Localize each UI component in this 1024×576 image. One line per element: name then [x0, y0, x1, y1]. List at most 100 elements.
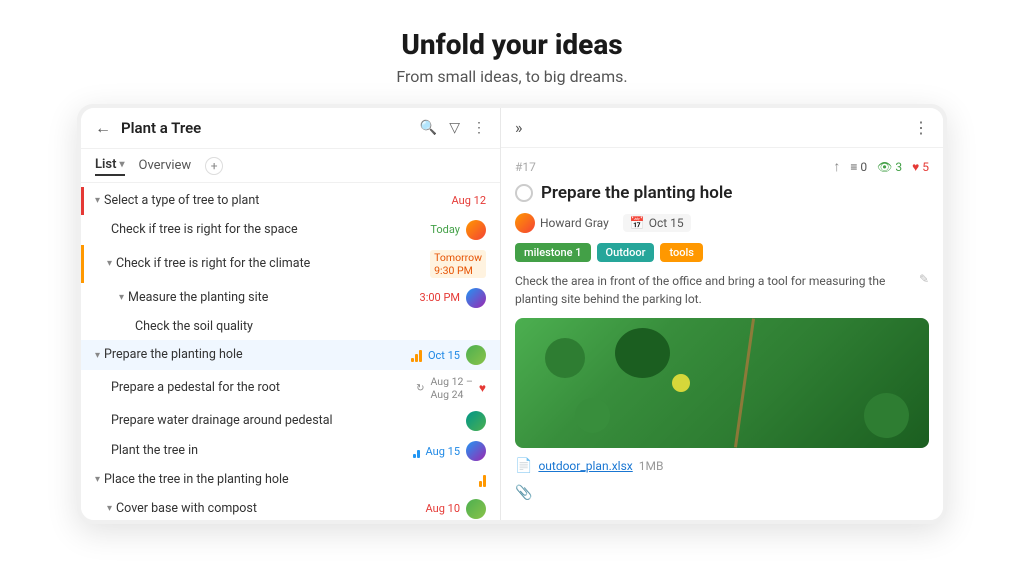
filter-icon[interactable]: ▽	[449, 120, 460, 136]
highlight-marker	[672, 374, 690, 392]
road-path	[734, 318, 755, 447]
panel-title: Plant a Tree	[121, 119, 410, 137]
task-number: #17	[515, 160, 536, 174]
task-meta: 3:00 PM	[420, 288, 486, 308]
task-date: Aug 15	[426, 445, 460, 458]
avatar	[466, 411, 486, 431]
table-row[interactable]: Prepare water drainage around pedestal	[81, 406, 500, 436]
task-meta: Aug 12	[452, 194, 486, 207]
task-list: ▾ Select a type of tree to plant Aug 12 …	[81, 183, 500, 520]
task-toggle[interactable]: ▾	[95, 350, 100, 361]
avatar	[466, 499, 486, 519]
task-toggle[interactable]: ▾	[107, 503, 112, 514]
list-count-chip: ≡ 0	[850, 160, 867, 174]
table-row[interactable]: ▾ Check if tree is right for the climate…	[81, 245, 500, 283]
table-row[interactable]: ▾ Place the tree in the planting hole	[81, 466, 500, 494]
heart-count-chip: ♥ 5	[912, 160, 929, 174]
task-toggle[interactable]: ▾	[95, 195, 100, 206]
task-complete-circle[interactable]	[515, 184, 533, 202]
detail-meta-row: Howard Gray 📅 Oct 15	[515, 213, 929, 233]
detail-description: Check the area in front of the office an…	[515, 272, 915, 308]
left-panel: ← Plant a Tree 🔍 ▽ ⋮ List ▾ Overview +	[81, 108, 501, 520]
table-row[interactable]: ▾ Prepare the planting hole Oct 15	[81, 340, 500, 370]
heart-count: 5	[922, 160, 929, 174]
tag-tools[interactable]: tools	[660, 243, 702, 262]
task-toggle[interactable]: ▾	[119, 292, 124, 303]
detail-actions: ↑ ≡ 0 👁 3 ♥ 5	[833, 158, 929, 175]
description-container: Check the area in front of the office an…	[515, 272, 929, 318]
bar	[411, 358, 414, 362]
tree-cluster	[615, 328, 670, 378]
task-name: Check if tree is right for the climate	[116, 255, 430, 273]
detail-top-row: #17 ↑ ≡ 0 👁 3 ♥ 5	[515, 158, 929, 175]
task-meta: Tomorrow9:30 PM	[430, 250, 486, 278]
tree-cluster	[545, 338, 585, 378]
task-date: Aug 12	[452, 194, 486, 207]
tab-add-button[interactable]: +	[205, 157, 223, 175]
hero-title: Unfold your ideas	[396, 28, 627, 61]
hero-section: Unfold your ideas From small ideas, to b…	[396, 0, 627, 104]
task-name: Prepare the planting hole	[104, 346, 411, 364]
tab-overview[interactable]: Overview	[139, 156, 192, 175]
tab-list[interactable]: List ▾	[95, 155, 125, 176]
aerial-image-inner	[515, 318, 929, 448]
attachment-icon[interactable]: 📎	[515, 485, 532, 501]
app-inner: ← Plant a Tree 🔍 ▽ ⋮ List ▾ Overview +	[81, 108, 943, 520]
detail-task-title: Prepare the planting hole	[541, 183, 732, 203]
task-toggle[interactable]: ▾	[95, 474, 100, 485]
task-name: Prepare water drainage around pedestal	[111, 412, 466, 430]
due-date-chip[interactable]: 📅 Oct 15	[623, 214, 691, 232]
expand-icon[interactable]: »	[515, 118, 523, 137]
task-date: Tomorrow9:30 PM	[430, 250, 486, 278]
assignee-chip[interactable]: Howard Gray	[515, 213, 609, 233]
list-icon: ≡	[850, 160, 857, 174]
header-icons: 🔍 ▽ ⋮	[420, 120, 486, 136]
task-name: Cover base with compost	[116, 500, 426, 518]
priority-bars	[411, 348, 422, 362]
task-name: Select a type of tree to plant	[104, 192, 452, 210]
task-date: Today	[430, 223, 460, 236]
calendar-icon: 📅	[630, 216, 645, 230]
table-row[interactable]: Plant the tree in Aug 15	[81, 436, 500, 466]
avatar	[466, 441, 486, 461]
priority-border	[81, 187, 84, 215]
bar	[415, 354, 418, 362]
file-size: 1MB	[639, 459, 664, 473]
eye-icon: 👁	[877, 160, 892, 174]
table-row[interactable]: Check the soil quality	[81, 313, 500, 341]
file-icon: 📄	[515, 458, 532, 474]
task-toggle[interactable]: ▾	[107, 258, 112, 269]
more-icon[interactable]: ⋮	[472, 120, 486, 136]
task-name: Prepare a pedestal for the root	[111, 379, 416, 397]
right-more-icon[interactable]: ⋮	[913, 118, 929, 137]
list-count: 0	[860, 160, 867, 174]
tag-outdoor[interactable]: Outdoor	[597, 243, 655, 262]
up-arrow-icon[interactable]: ↑	[833, 158, 840, 175]
table-row[interactable]: ▾ Measure the planting site 3:00 PM	[81, 283, 500, 313]
hero-subtitle: From small ideas, to big dreams.	[396, 67, 627, 86]
task-meta	[466, 411, 486, 431]
app-mockup: ← Plant a Tree 🔍 ▽ ⋮ List ▾ Overview +	[77, 104, 947, 524]
table-row[interactable]: ▾ Cover base with compost Aug 10	[81, 494, 500, 521]
avatar	[466, 220, 486, 240]
avatar	[466, 345, 486, 365]
table-row[interactable]: Check if tree is right for the space Tod…	[81, 215, 500, 245]
assignee-avatar	[515, 213, 535, 233]
edit-description-icon[interactable]: ✎	[919, 272, 929, 286]
table-row[interactable]: ▾ Select a type of tree to plant Aug 12	[81, 187, 500, 215]
tree-cluster	[864, 393, 909, 438]
table-row[interactable]: Prepare a pedestal for the root ↻ Aug 12…	[81, 370, 500, 406]
task-meta: Oct 15	[411, 345, 486, 365]
bar	[419, 350, 422, 362]
right-panel-header: » ⋮	[501, 108, 943, 148]
task-date: Aug 10	[426, 502, 460, 515]
tag-milestone[interactable]: milestone 1	[515, 243, 591, 262]
bar	[413, 454, 416, 458]
assignee-name: Howard Gray	[540, 216, 609, 230]
task-detail-panel: #17 ↑ ≡ 0 👁 3 ♥ 5	[501, 148, 943, 520]
right-panel: » ⋮ #17 ↑ ≡ 0 👁 3	[501, 108, 943, 520]
task-name: Place the tree in the planting hole	[104, 471, 479, 489]
search-icon[interactable]: 🔍	[420, 120, 437, 136]
file-name[interactable]: outdoor_plan.xlsx	[538, 459, 632, 473]
back-button[interactable]: ←	[95, 118, 111, 138]
